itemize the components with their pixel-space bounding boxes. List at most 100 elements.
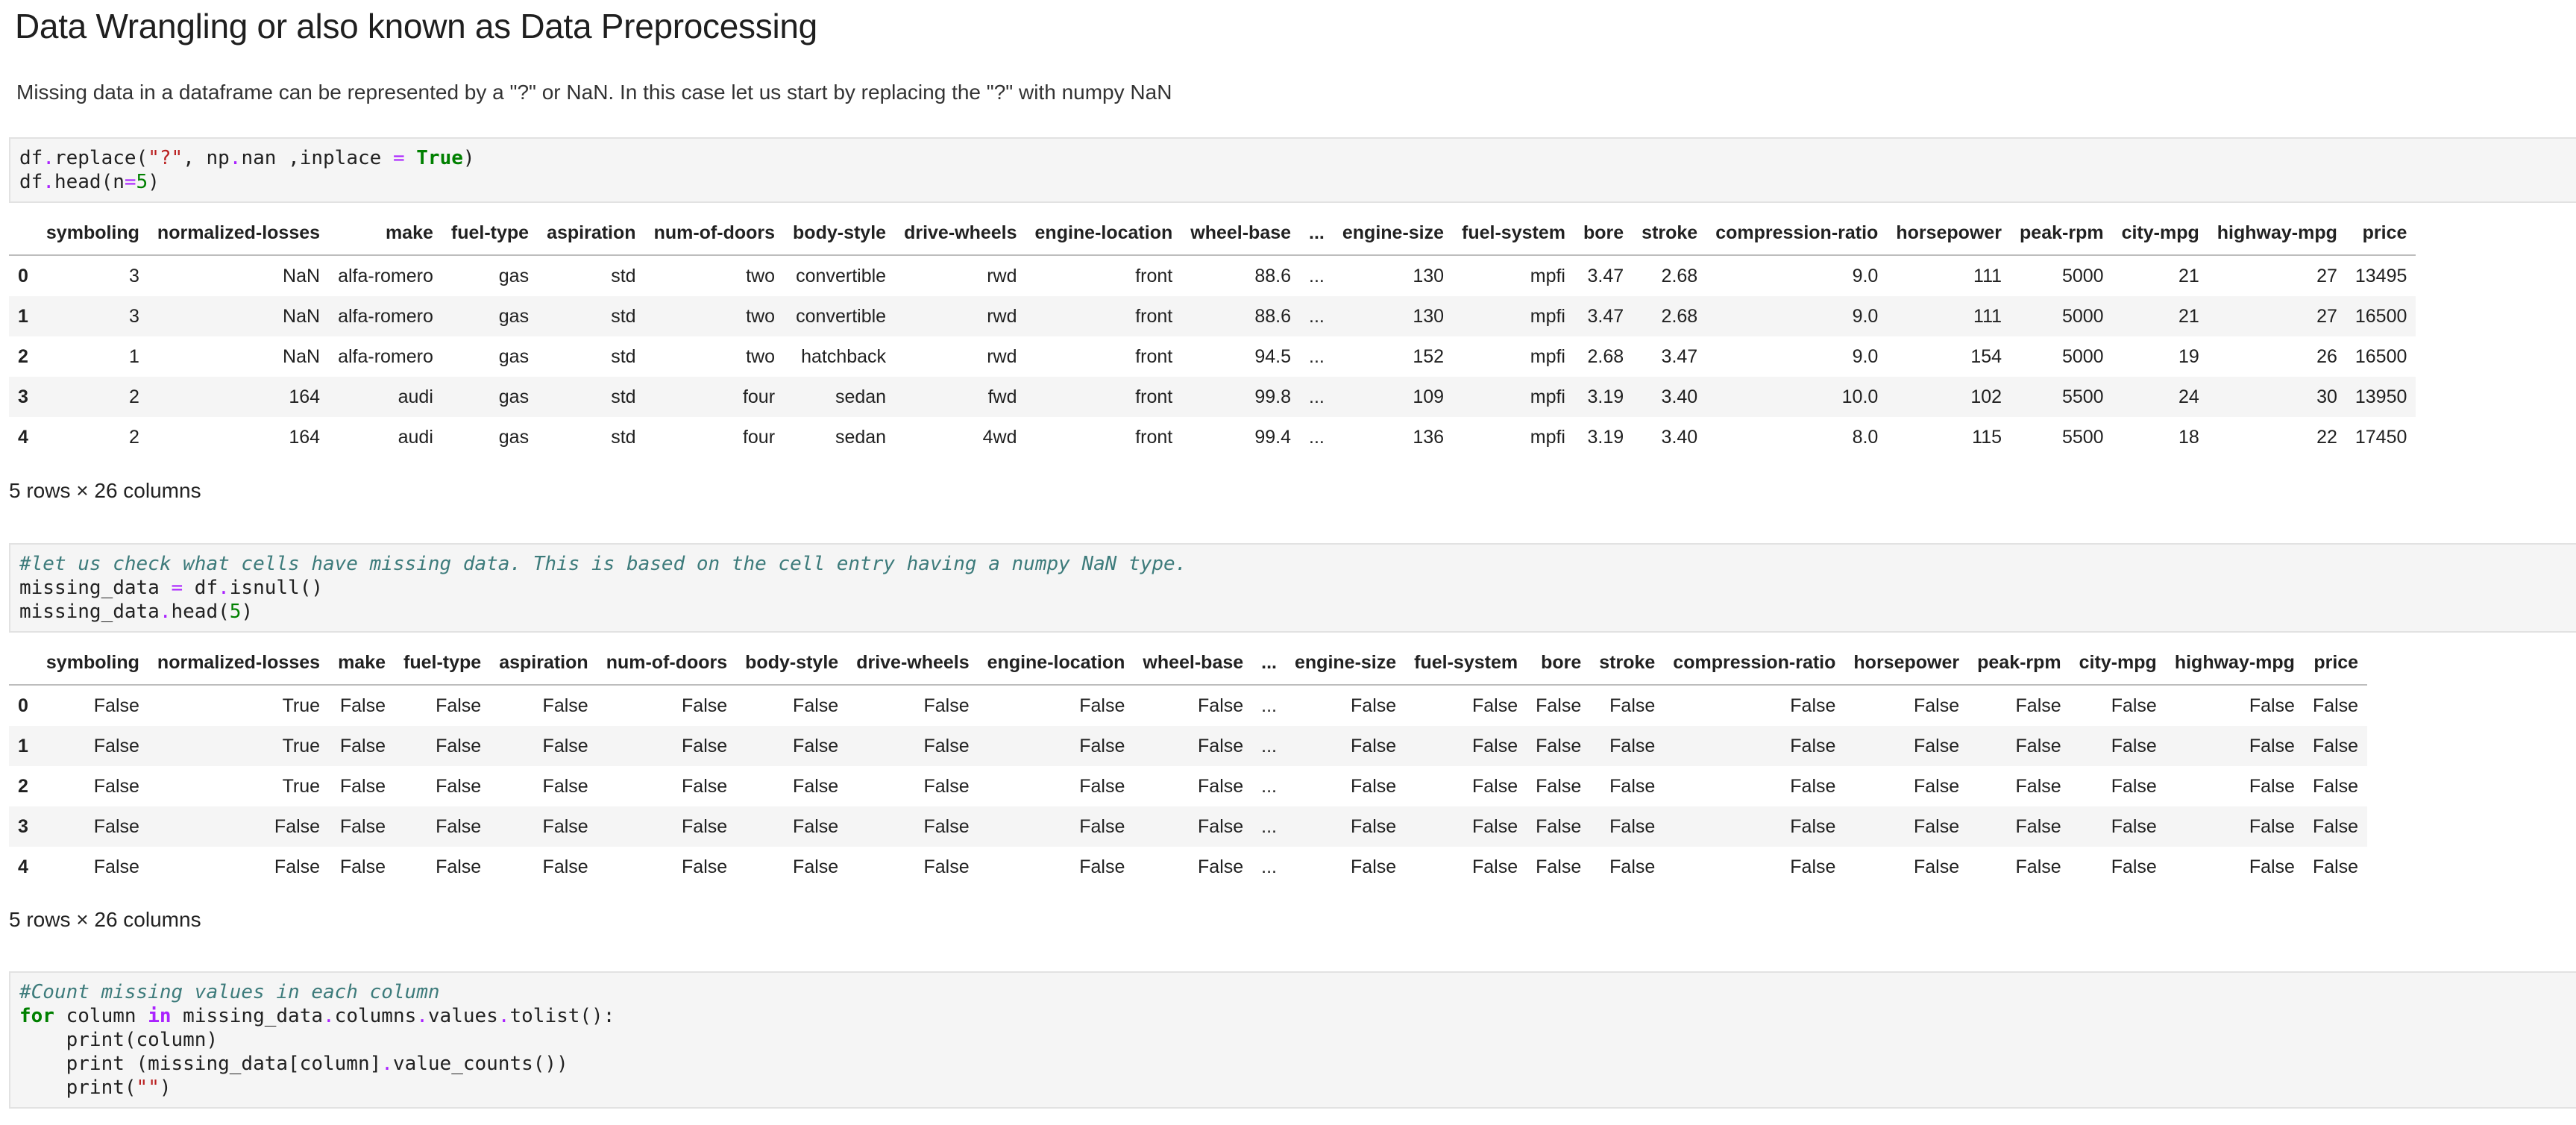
table-cell: 111 <box>1973 265 2002 286</box>
column-header: symboling <box>37 641 148 686</box>
table-cell: mpfi <box>1530 265 1565 286</box>
column-header: aspiration <box>490 641 597 686</box>
table-cell: False <box>339 815 386 837</box>
table-row: 4 2 164 audi gas std four sedan 4wd front 99.4... 1… <box>9 417 2416 457</box>
table-cell: False <box>793 775 839 797</box>
table-cell: False <box>2312 775 2359 797</box>
column-header: aspiration <box>538 211 645 256</box>
table-cell: audi <box>398 426 433 448</box>
table-cell: 5000 <box>2061 345 2104 367</box>
table-cell: gas <box>498 386 530 407</box>
table-cell: audi <box>398 386 433 407</box>
table-cell: False <box>1471 815 1518 837</box>
table-cell: 3.47 <box>1587 305 1624 327</box>
dataframe-head-table: symboling normalized-losses make fuel-type a… <box>9 211 2416 457</box>
table-cell: 27 <box>2316 265 2337 286</box>
table-cell: 88.6 <box>1254 305 1292 327</box>
table-cell: front <box>1135 305 1173 327</box>
table-row: 0 False True False False False False False False… <box>9 685 2368 726</box>
table-cell: NaN <box>283 345 321 367</box>
table-cell: ... <box>1261 775 1277 797</box>
table-cell: 30 <box>2316 386 2337 407</box>
table-cell: False <box>1609 775 1656 797</box>
missing-data-shape-label: 5 rows × 26 columns <box>9 908 201 931</box>
table-cell: True <box>282 695 321 716</box>
table-cell: 164 <box>289 386 321 407</box>
column-header: bore <box>1527 641 1591 686</box>
table-cell: 3.19 <box>1587 386 1624 407</box>
notebook-page: Data Wrangling or also known as Data Pre… <box>0 0 2576 1125</box>
column-header: engine-size <box>1286 641 1406 686</box>
code-cell-value-counts[interactable]: #Count missing values in each column for… <box>9 971 2576 1109</box>
table-cell: alfa-romero <box>338 265 433 286</box>
missing-data-table: symboling normalized-losses make fuel-type a… <box>9 641 2368 887</box>
table-cell: False <box>2111 815 2157 837</box>
column-header: bore <box>1574 211 1633 256</box>
table-cell: front <box>1135 426 1173 448</box>
table-cell: ... <box>1309 265 1325 286</box>
table-cell: False <box>1790 695 1836 716</box>
table-cell: 164 <box>289 426 321 448</box>
table-cell: False <box>93 815 139 837</box>
table-cell: False <box>1079 695 1125 716</box>
table-cell: False <box>1351 695 1397 716</box>
table-cell: False <box>793 695 839 716</box>
table-cell: ... <box>1309 305 1325 327</box>
table-cell: False <box>436 735 482 756</box>
table-cell: 18 <box>2178 426 2199 448</box>
table-cell: False <box>2015 695 2061 716</box>
table-cell: False <box>542 815 588 837</box>
table-cell: False <box>793 856 839 877</box>
column-header: horsepower <box>1887 211 2011 256</box>
column-header: stroke <box>1633 211 1707 256</box>
table-cell: False <box>1790 856 1836 877</box>
table-cell: NaN <box>283 305 321 327</box>
row-index: 2 <box>18 775 28 797</box>
table-cell: False <box>793 735 839 756</box>
column-header: drive-wheels <box>847 641 978 686</box>
column-header: city-mpg <box>2112 211 2208 256</box>
table-cell: 2 <box>129 426 139 448</box>
column-header: ... <box>1252 641 1286 686</box>
column-header: ... <box>1300 211 1333 256</box>
table-cell: 3.47 <box>1661 345 1698 367</box>
table-cell: 4wd <box>982 426 1017 448</box>
code-cell-isnull[interactable]: #let us check what cells have missing da… <box>9 543 2576 633</box>
table-row: 0 3 NaN alfa-romero gas std two convertible rwd f… <box>9 255 2416 296</box>
table-cell: False <box>793 815 839 837</box>
table-cell: 136 <box>1413 426 1445 448</box>
table-cell: hatchback <box>801 345 887 367</box>
table-cell: False <box>2015 735 2061 756</box>
table-cell: False <box>2111 735 2157 756</box>
table-cell: False <box>682 815 728 837</box>
table-cell: 13950 <box>2354 386 2407 407</box>
table-cell: rwd <box>987 345 1017 367</box>
table-cell: 5000 <box>2061 305 2104 327</box>
row-index: 4 <box>18 426 28 448</box>
table-cell: False <box>542 735 588 756</box>
table-cell: ... <box>1309 345 1325 367</box>
table-row: 1 3 NaN alfa-romero gas std two convertible rwd f… <box>9 296 2416 336</box>
table-cell: False <box>2249 815 2295 837</box>
row-index: 3 <box>18 386 28 407</box>
table-cell: False <box>274 815 321 837</box>
table-cell: gas <box>498 426 530 448</box>
table-cell: False <box>339 695 386 716</box>
code-cell-replace[interactable]: df.replace("?", np.nan ,inplace = True) … <box>9 137 2576 203</box>
table-cell: four <box>742 386 776 407</box>
table-cell: 94.5 <box>1254 345 1292 367</box>
table-cell: False <box>923 775 970 797</box>
table-cell: std <box>611 265 636 286</box>
table-row: 2 1 NaN alfa-romero gas std two hatchback rwd fro… <box>9 336 2416 377</box>
column-header <box>9 211 37 256</box>
table-cell: 9.0 <box>1852 305 1879 327</box>
table-cell: False <box>1198 695 1244 716</box>
table-cell: 1 <box>129 345 139 367</box>
table-cell: True <box>282 775 321 797</box>
table-cell: False <box>2249 856 2295 877</box>
table-cell: False <box>2312 815 2359 837</box>
table-cell: 21 <box>2178 305 2199 327</box>
column-header: fuel-system <box>1453 211 1574 256</box>
table-cell: 19 <box>2178 345 2199 367</box>
column-header <box>9 641 37 686</box>
